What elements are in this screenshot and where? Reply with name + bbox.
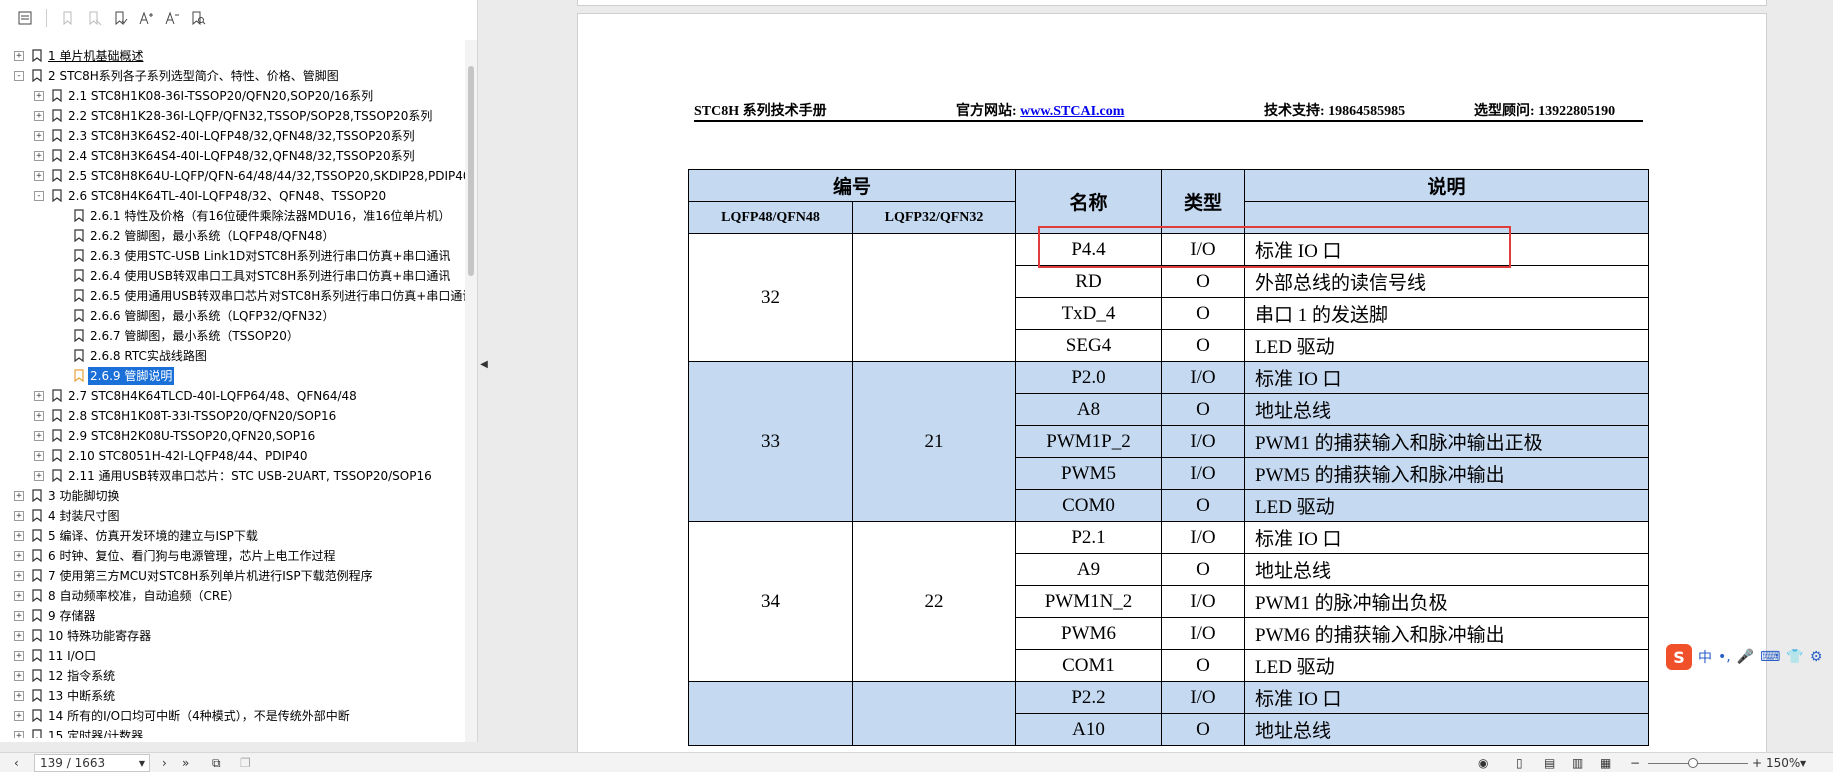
pin-name: TxD_4 (1015, 297, 1162, 330)
pin-name: P2.2 (1015, 681, 1162, 714)
ime-chinese-mode-icon[interactable]: 中 (1698, 647, 1712, 667)
pin-description: PWM6 的捕获输入和脉冲输出 (1244, 617, 1649, 650)
pin-name: COM0 (1015, 489, 1162, 522)
pin-name: RD (1015, 265, 1162, 298)
header-number: 编号 (688, 169, 1016, 202)
next-page-icon[interactable]: › (162, 755, 167, 771)
pin-name: COM1 (1015, 649, 1162, 682)
zoom-in-icon[interactable]: + (1752, 755, 1762, 771)
pin-type: O (1161, 489, 1245, 522)
pin-type: O (1161, 553, 1245, 586)
zoom-slider[interactable] (1648, 763, 1748, 764)
pin-description: 串口 1 的发送脚 (1244, 297, 1649, 330)
zoom-out-icon[interactable]: − (1630, 755, 1640, 771)
pin-description: 标准 IO 口 (1244, 521, 1649, 554)
header-type: 类型 (1161, 169, 1245, 234)
pin-description: 标准 IO 口 (1244, 681, 1649, 714)
pin-name: A9 (1015, 553, 1162, 586)
pin-description: 地址总线 (1244, 713, 1649, 746)
pin-number-lqfp48 (688, 681, 853, 746)
pin-description: 地址总线 (1244, 393, 1649, 426)
last-page-icon[interactable]: » (182, 755, 189, 771)
highlight-box (1038, 226, 1511, 268)
ime-skin-icon[interactable]: 👕 (1786, 649, 1803, 665)
single-page-icon[interactable]: ▯ (1516, 755, 1523, 771)
zoom-level[interactable]: 150% (1766, 755, 1800, 771)
pin-number-lqfp48: 34 (688, 521, 853, 682)
ime-logo[interactable]: S (1666, 644, 1692, 670)
pin-name: PWM1N_2 (1015, 585, 1162, 618)
pin-type: I/O (1161, 457, 1245, 490)
two-page-icon[interactable]: ▥ (1572, 755, 1583, 771)
copy-page-icon[interactable]: ❐ (240, 755, 251, 771)
pin-name: SEG4 (1015, 329, 1162, 362)
pin-name: PWM1P_2 (1015, 425, 1162, 458)
read-mode-icon[interactable]: ◉ (1478, 755, 1488, 771)
two-page-continuous-icon[interactable]: ▦ (1600, 755, 1611, 771)
page-number-input[interactable]: 139 / 1663 ▼ (34, 754, 150, 772)
chevron-down-icon[interactable]: ▼ (139, 759, 145, 768)
pin-table: 编号 名称 类型 说明 LQFP48/QFN48 LQFP32/QFN32 32 P4.4 I/… (0, 0, 1833, 752)
pin-type: I/O (1161, 521, 1245, 554)
ime-microphone-icon[interactable]: 🎤 (1737, 649, 1754, 665)
pin-description: PWM1 的捕获输入和脉冲输出正极 (1244, 425, 1649, 458)
pin-type: I/O (1161, 361, 1245, 394)
pin-description: PWM5 的捕获输入和脉冲输出 (1244, 457, 1649, 490)
pin-description: LED 驱动 (1244, 649, 1649, 682)
pin-description: 外部总线的读信号线 (1244, 265, 1649, 298)
header-lqfp32: LQFP32/QFN32 (852, 201, 1016, 234)
pin-name: A10 (1015, 713, 1162, 746)
header-lqfp48: LQFP48/QFN48 (688, 201, 853, 234)
pin-name: PWM5 (1015, 457, 1162, 490)
pin-number-lqfp32 (852, 233, 1016, 362)
status-bar: ‹ 139 / 1663 ▼ › » ⧉ ❐ ◉ ▯ ▤ ▥ ▦ − + 150… (0, 752, 1833, 772)
pin-number-lqfp32 (852, 681, 1016, 746)
ime-settings-icon[interactable]: ⚙ (1810, 649, 1823, 665)
pin-description: 标准 IO 口 (1244, 361, 1649, 394)
pin-type: O (1161, 393, 1245, 426)
pin-name: PWM6 (1015, 617, 1162, 650)
zoom-slider-thumb[interactable] (1688, 758, 1698, 768)
pin-type: I/O (1161, 585, 1245, 618)
ime-punctuation-icon[interactable]: •, (1718, 649, 1731, 665)
header-name: 名称 (1015, 169, 1162, 234)
pin-type: O (1161, 649, 1245, 682)
pin-number-lqfp48: 32 (688, 233, 853, 362)
pin-description: 地址总线 (1244, 553, 1649, 586)
pin-type: O (1161, 297, 1245, 330)
fit-page-icon[interactable]: ⧉ (212, 755, 221, 771)
continuous-page-icon[interactable]: ▤ (1544, 755, 1555, 771)
zoom-chevron-icon[interactable]: ▼ (1800, 755, 1806, 771)
header-description: 说明 (1244, 169, 1649, 202)
pin-type: O (1161, 713, 1245, 746)
pin-number-lqfp32: 22 (852, 521, 1016, 682)
pin-description: PWM1 的脉冲输出负极 (1244, 585, 1649, 618)
pin-number-lqfp48: 33 (688, 361, 853, 522)
pin-type: O (1161, 265, 1245, 298)
page-indicator: 139 / 1663 (40, 756, 106, 770)
pin-name: A8 (1015, 393, 1162, 426)
pin-description: LED 驱动 (1244, 489, 1649, 522)
pin-type: I/O (1161, 425, 1245, 458)
pin-name: P2.0 (1015, 361, 1162, 394)
pdf-viewer-window: +1 单片机基础概述 -2 STC8H系列各子系列选型简介、特性、价格、管脚图 +2… (0, 0, 1833, 772)
pin-type: I/O (1161, 617, 1245, 650)
ime-toolbar: S 中 •, 🎤 ⌨ 👕 ⚙ (1666, 643, 1833, 671)
pin-name: P2.1 (1015, 521, 1162, 554)
prev-page-icon[interactable]: ‹ (14, 755, 19, 771)
ime-keyboard-icon[interactable]: ⌨ (1760, 649, 1780, 665)
pin-type: I/O (1161, 681, 1245, 714)
pin-description: LED 驱动 (1244, 329, 1649, 362)
pin-number-lqfp32: 21 (852, 361, 1016, 522)
pin-type: O (1161, 329, 1245, 362)
